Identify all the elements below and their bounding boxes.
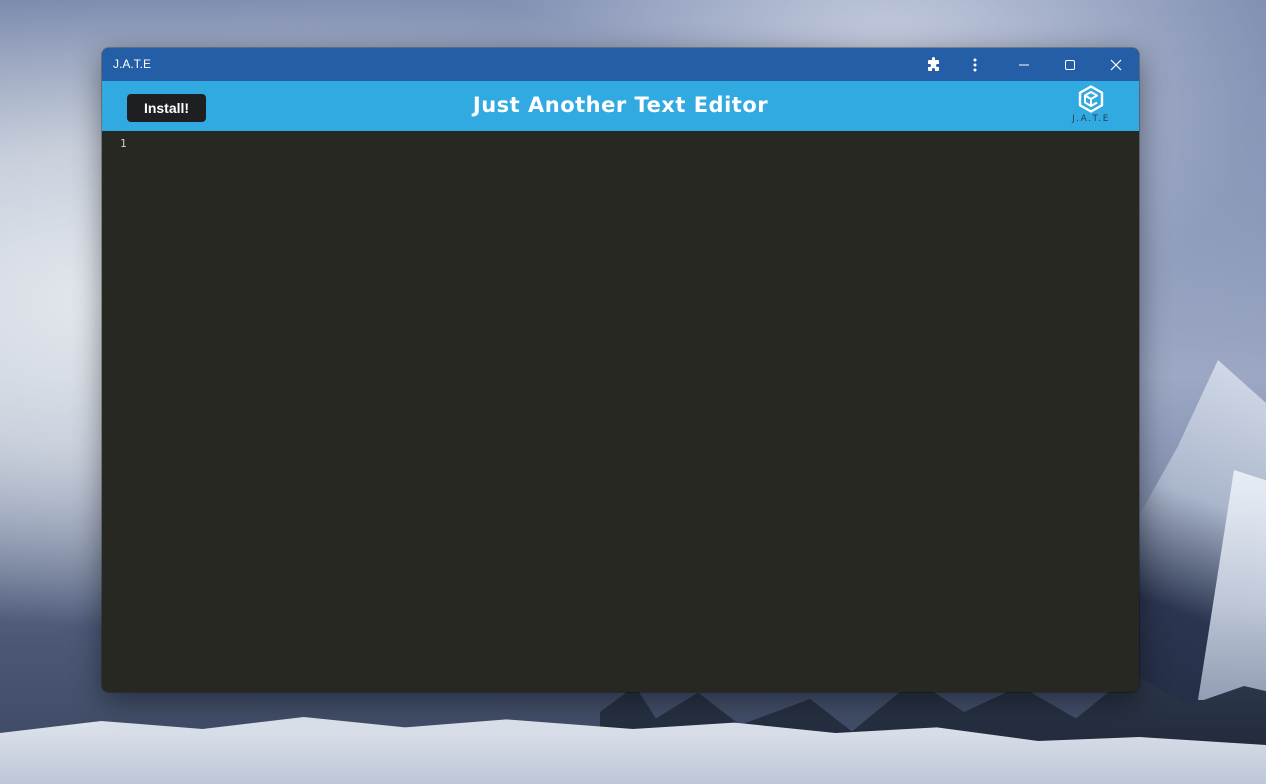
- app-logo: J.A.T.E: [1067, 85, 1115, 131]
- cube-logo-icon: [1078, 85, 1104, 113]
- extensions-button[interactable]: [919, 48, 949, 81]
- line-number-gutter: 1: [102, 131, 132, 692]
- app-menu-button[interactable]: [960, 48, 990, 81]
- kebab-menu-icon: [973, 58, 977, 71]
- app-header: Install! Just Another Text Editor J.A.T.…: [102, 81, 1139, 131]
- code-editor[interactable]: 1: [102, 131, 1139, 692]
- window-title: J.A.T.E: [113, 57, 152, 71]
- line-number: 1: [120, 137, 127, 150]
- app-window: J.A.T.E Install! Just Another Text Edito…: [102, 48, 1139, 692]
- maximize-icon: [1065, 59, 1075, 70]
- app-title: Just Another Text Editor: [472, 93, 769, 117]
- minimize-icon: [1019, 64, 1029, 65]
- window-titlebar[interactable]: J.A.T.E: [102, 48, 1139, 81]
- maximize-button[interactable]: [1047, 48, 1093, 81]
- minimize-button[interactable]: [1001, 48, 1047, 81]
- close-button[interactable]: [1093, 48, 1139, 81]
- logo-text: J.A.T.E: [1072, 114, 1110, 124]
- close-icon: [1110, 59, 1122, 70]
- puzzle-icon: [928, 56, 939, 71]
- desktop-background: J.A.T.E Install! Just Another Text Edito…: [0, 0, 1266, 784]
- editor-text-area[interactable]: [138, 131, 1139, 692]
